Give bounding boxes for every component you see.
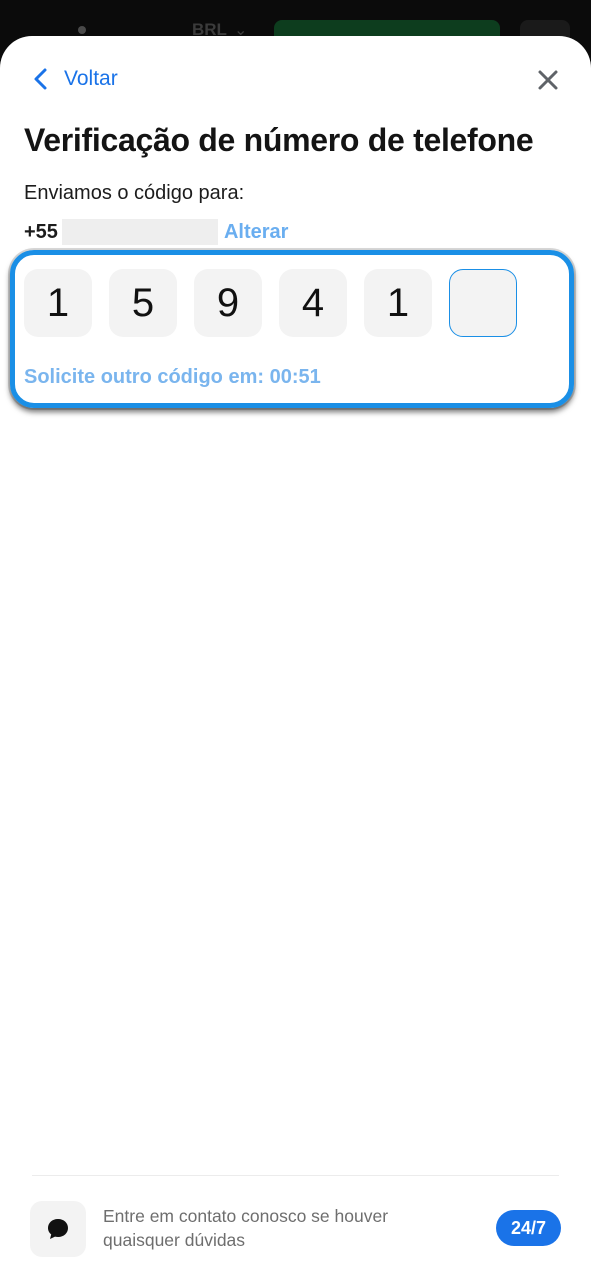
chevron-left-icon bbox=[34, 68, 47, 90]
help-text: Entre em contato conosco se houver quais… bbox=[103, 1206, 389, 1250]
code-digit-3[interactable]: 9 bbox=[194, 269, 262, 337]
close-icon[interactable] bbox=[534, 66, 562, 94]
footer-divider bbox=[32, 1175, 559, 1176]
back-button[interactable]: Voltar bbox=[30, 64, 118, 94]
code-digit-2[interactable]: 5 bbox=[109, 269, 177, 337]
background-dot bbox=[78, 26, 86, 34]
code-input-row: 1 5 9 4 1 bbox=[24, 269, 517, 337]
back-label: Voltar bbox=[64, 67, 118, 90]
page-title: Verificação de número de telefone bbox=[24, 122, 534, 158]
verification-sheet: Voltar Verificação de número de telefone… bbox=[0, 36, 591, 1280]
code-digit-6[interactable] bbox=[449, 269, 517, 337]
chat-bubble-icon bbox=[48, 1219, 68, 1239]
code-digit-5[interactable]: 1 bbox=[364, 269, 432, 337]
sent-label: Enviamos o código para: bbox=[24, 182, 245, 204]
phone-row: +55 Alterar bbox=[24, 218, 288, 246]
phone-number-redacted bbox=[61, 219, 218, 245]
chat-button[interactable] bbox=[30, 1201, 86, 1257]
support-24-7-badge[interactable]: 24/7 bbox=[496, 1210, 561, 1246]
change-number-link[interactable]: Alterar bbox=[224, 221, 288, 244]
phone-prefix: +55 bbox=[24, 220, 58, 243]
code-digit-4[interactable]: 4 bbox=[279, 269, 347, 337]
resend-countdown: Solicite outro código em: 00:51 bbox=[24, 366, 321, 388]
code-digit-1[interactable]: 1 bbox=[24, 269, 92, 337]
